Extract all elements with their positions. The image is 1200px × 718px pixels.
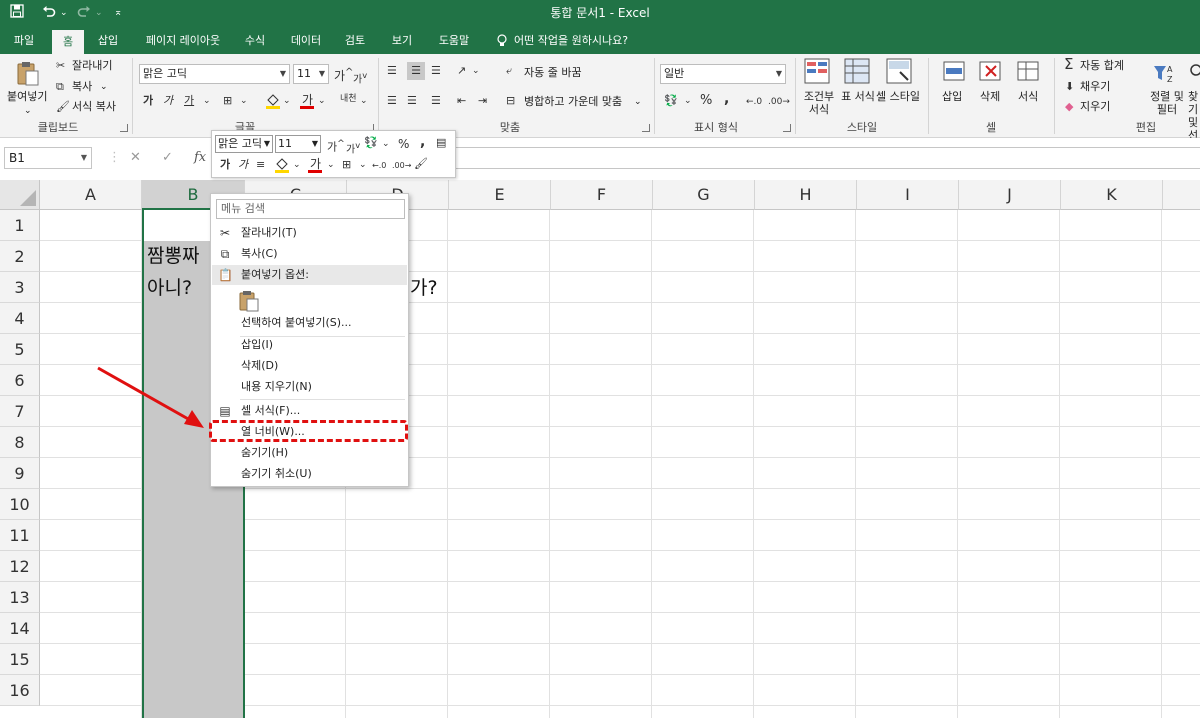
excel-window: ⌄ ⌄ ⌅ 통합 문서1 - Excel 파일 홈 삽입 페이지 레이아웃 수식… [0,0,1200,718]
annotation-arrow-icon [97,366,204,428]
